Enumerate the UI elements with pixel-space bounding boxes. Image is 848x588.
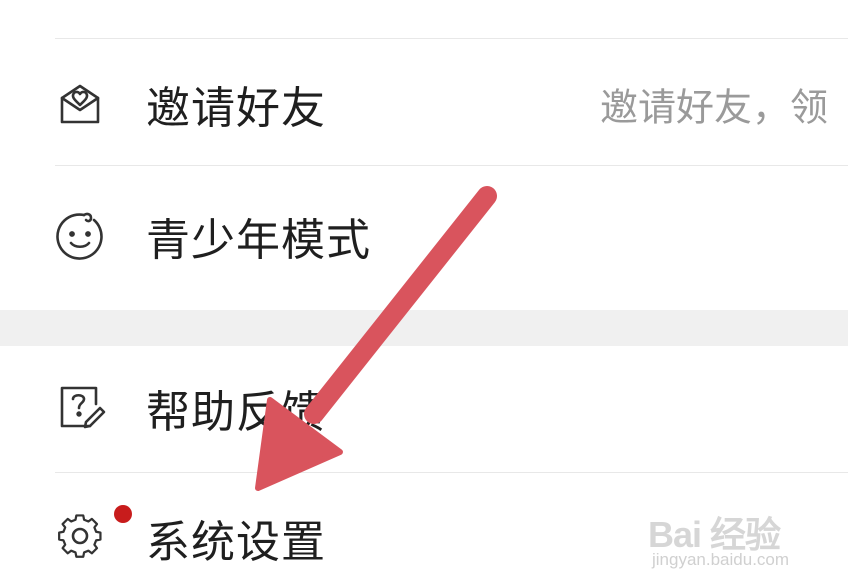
menu-item-teen-mode[interactable]: 青少年模式 xyxy=(0,186,848,286)
menu-item-invite-friends[interactable]: 邀请好友 邀请好友，领 xyxy=(0,54,848,154)
gear-icon xyxy=(54,512,106,564)
watermark-url: jingyan.baidu.com xyxy=(652,550,790,569)
baidu-jingyan-watermark: Bai 经验 jingyan.baidu.com xyxy=(648,506,808,576)
row-divider xyxy=(55,165,848,166)
menu-item-label: 系统设置 xyxy=(146,517,326,568)
menu-item-label: 青少年模式 xyxy=(146,215,371,266)
menu-item-label: 帮助反馈 xyxy=(146,387,326,438)
section-separator xyxy=(0,310,848,346)
envelope-heart-icon xyxy=(54,78,106,130)
help-edit-icon xyxy=(54,382,106,434)
menu-item-label: 邀请好友 xyxy=(146,83,326,134)
row-divider xyxy=(55,472,848,473)
top-divider xyxy=(55,38,848,39)
invite-hint-text: 邀请好友，领 xyxy=(600,85,829,130)
menu-item-help-feedback[interactable]: 帮助反馈 xyxy=(0,358,848,458)
notification-dot xyxy=(114,505,132,523)
baby-face-icon xyxy=(54,210,106,262)
